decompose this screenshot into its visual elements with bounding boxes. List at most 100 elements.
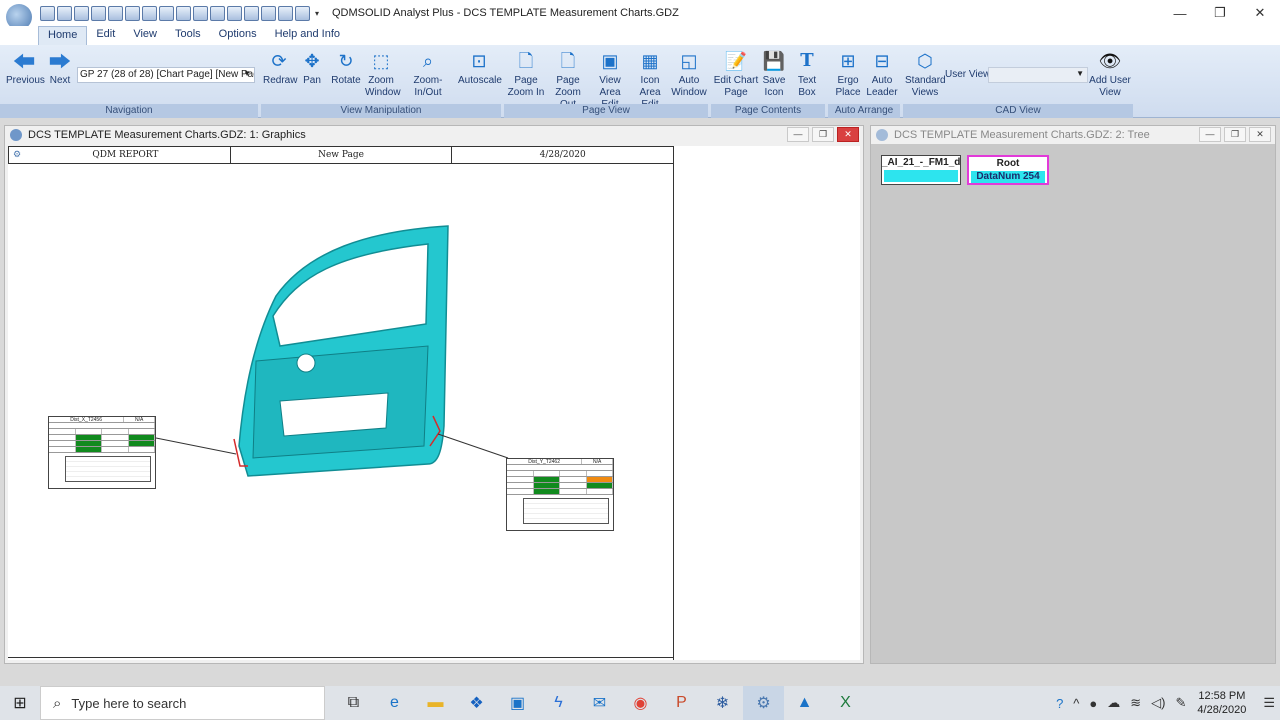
tools-icon[interactable] bbox=[193, 5, 208, 21]
add-user-view-label-2: View bbox=[1099, 87, 1121, 98]
minimize-button[interactable]: — bbox=[1160, 0, 1200, 26]
page-zoom-out-button[interactable]: 🗋 Page Zoom Out bbox=[546, 49, 590, 111]
save-icon-button[interactable]: 💾 Save Icon bbox=[761, 49, 787, 99]
copy-icon[interactable] bbox=[278, 5, 293, 21]
clock[interactable]: 12:58 PM 4/28/2020 bbox=[1197, 689, 1246, 717]
chevron-up-icon[interactable]: ^ bbox=[1073, 696, 1079, 711]
taskbar-search[interactable]: ⌕ Type here to search bbox=[40, 686, 325, 720]
icon-area-edit-button[interactable]: ▦ Icon Area Edit bbox=[630, 49, 670, 111]
text-box-button[interactable]: T Text Box bbox=[793, 49, 821, 99]
back-arrow-icon[interactable] bbox=[142, 5, 157, 21]
save-file-icon[interactable] bbox=[74, 5, 89, 21]
user-view-select[interactable]: ▼ bbox=[988, 67, 1088, 83]
tree-window-title: DCS TEMPLATE Measurement Charts.GDZ: 2: … bbox=[894, 129, 1150, 141]
measurement-chart-left[interactable]: Dist_X_T2456 N/A bbox=[48, 416, 156, 489]
store-icon[interactable]: ▣ bbox=[497, 686, 538, 720]
edit-chart-page-button[interactable]: 📝 Edit Chart Page bbox=[713, 49, 759, 99]
zoom-window-button[interactable]: ⬚ Zoom Window bbox=[365, 49, 401, 99]
graphics-minimize-button[interactable]: — bbox=[787, 127, 809, 142]
security-icon[interactable]: ● bbox=[1089, 696, 1097, 711]
print-icon[interactable] bbox=[91, 5, 106, 21]
ergo-place-button[interactable]: ⊞ Ergo Place bbox=[832, 49, 864, 99]
powerpoint-icon[interactable]: P bbox=[661, 686, 702, 720]
rotate-button[interactable]: ↻ Rotate bbox=[329, 49, 363, 87]
page-zoom-in-button[interactable]: 🗋 Page Zoom In bbox=[506, 49, 546, 99]
snowflake-app-icon[interactable]: ❄ bbox=[702, 686, 743, 720]
page-select-value: GP 27 (28 of 28) [Chart Page] [New Page] bbox=[80, 69, 255, 80]
tree-minimize-button[interactable]: — bbox=[1199, 127, 1221, 142]
cloud-icon[interactable]: ☁ bbox=[1107, 695, 1120, 711]
next-button[interactable]: Next bbox=[44, 49, 76, 87]
tree-maximize-button[interactable]: ❐ bbox=[1224, 127, 1246, 142]
measurement-chart-right[interactable]: Dist_Y_T2462 N/A bbox=[506, 458, 614, 531]
cube-icon: ⬡ bbox=[917, 51, 933, 71]
graphics-canvas[interactable]: ⚙ QDM REPORT New Page 4/28/2020 Dist_X_T2… bbox=[8, 146, 860, 660]
zoom-in-out-label: Zoom-In/Out bbox=[413, 75, 443, 98]
page-select[interactable]: GP 27 (28 of 28) [Chart Page] [New Page]… bbox=[77, 67, 255, 83]
dropbox-icon[interactable]: ❖ bbox=[456, 686, 497, 720]
chevron-down-icon: ▼ bbox=[243, 69, 251, 78]
graphics-window-titlebar[interactable]: DCS TEMPLATE Measurement Charts.GDZ: 1: … bbox=[5, 126, 863, 144]
auto-leader-button[interactable]: ⊟ Auto Leader bbox=[866, 49, 898, 99]
tree-window-controls: — ❐ ✕ bbox=[1199, 127, 1271, 142]
export-icon[interactable] bbox=[108, 5, 123, 21]
volume-icon[interactable]: ◁) bbox=[1151, 695, 1165, 711]
auto-window-button[interactable]: ◱ Auto Window bbox=[670, 49, 708, 99]
page-icon[interactable] bbox=[261, 5, 276, 21]
maximize-button[interactable]: ❐ bbox=[1200, 0, 1240, 26]
pan-button[interactable]: ✥ Pan bbox=[299, 49, 325, 87]
task-view-icon[interactable]: ⧉ bbox=[333, 686, 374, 720]
zoom-in-out-button[interactable]: ⌕ Zoom-In/Out bbox=[400, 49, 456, 99]
power-automate-icon[interactable]: ϟ bbox=[538, 686, 579, 720]
tab-help-and-info[interactable]: Help and Info bbox=[266, 26, 349, 45]
open-file-icon[interactable] bbox=[57, 5, 72, 21]
customize-qat-icon[interactable]: ▾ bbox=[312, 6, 322, 21]
pen-icon[interactable]: ✎ bbox=[1176, 695, 1187, 711]
file-explorer-icon[interactable]: ▬ bbox=[415, 686, 456, 720]
next-label: Next bbox=[49, 75, 71, 86]
chrome-icon[interactable]: ◉ bbox=[620, 686, 661, 720]
filter-icon[interactable] bbox=[227, 5, 242, 21]
tree-node-part[interactable]: _AI_21_-_FM1_d bbox=[881, 155, 961, 185]
tab-tools[interactable]: Tools bbox=[166, 26, 210, 45]
auto-arrange-group-label: Auto Arrange bbox=[828, 104, 900, 118]
wifi-icon[interactable]: ≋ bbox=[1130, 695, 1141, 711]
add-user-view-button[interactable]: 👁 Add User View bbox=[1087, 49, 1133, 99]
graphics-maximize-button[interactable]: ❐ bbox=[812, 127, 834, 142]
chart-right-plot bbox=[523, 498, 609, 524]
graphics-close-button[interactable]: ✕ bbox=[837, 127, 859, 142]
tab-options[interactable]: Options bbox=[210, 26, 266, 45]
ribbon: Previous Next GP 27 (28 of 28) [Chart Pa… bbox=[0, 45, 1280, 118]
close-button[interactable]: ✕ bbox=[1240, 0, 1280, 26]
forward-arrow-icon[interactable] bbox=[159, 5, 174, 21]
autoscale-icon: ⊡ bbox=[471, 51, 487, 71]
probe-icon[interactable] bbox=[176, 5, 191, 21]
help-icon[interactable]: ? bbox=[1056, 696, 1063, 711]
new-file-icon[interactable] bbox=[40, 5, 55, 21]
zoom-icon[interactable] bbox=[244, 5, 259, 21]
tree-close-button[interactable]: ✕ bbox=[1249, 127, 1271, 142]
qdm-app-icon[interactable]: ⚙ bbox=[743, 686, 784, 720]
refresh-icon[interactable] bbox=[210, 5, 225, 21]
page-contents-group-label: Page Contents bbox=[711, 104, 825, 118]
tab-home[interactable]: Home bbox=[38, 26, 88, 45]
view-area-edit-button[interactable]: ▣ View Area Edit bbox=[590, 49, 630, 111]
tab-edit[interactable]: Edit bbox=[87, 26, 124, 45]
auto-leader-icon: ⊟ bbox=[874, 51, 890, 71]
navigation-group-label: Navigation bbox=[0, 104, 258, 118]
image-icon[interactable] bbox=[295, 5, 310, 21]
standard-views-button[interactable]: ⬡ Standard Views bbox=[905, 49, 946, 99]
edge-icon[interactable]: e bbox=[374, 686, 415, 720]
excel-icon[interactable]: X bbox=[825, 686, 866, 720]
previous-button[interactable]: Previous bbox=[6, 49, 45, 87]
car-door-model[interactable] bbox=[8, 146, 674, 656]
autoscale-button[interactable]: ⊡ Autoscale bbox=[458, 49, 502, 87]
photos-icon[interactable]: ▲ bbox=[784, 686, 825, 720]
tree-node-root[interactable]: Root DataNum 254 bbox=[967, 155, 1049, 185]
mail-icon[interactable]: ✉ bbox=[579, 686, 620, 720]
windows-start-icon[interactable]: ⊞ bbox=[0, 686, 40, 720]
settings-icon[interactable] bbox=[125, 5, 140, 21]
tab-view[interactable]: View bbox=[124, 26, 166, 45]
notifications-icon[interactable]: ☰ bbox=[1263, 695, 1275, 711]
redraw-button[interactable]: ⟳ Redraw bbox=[263, 49, 297, 87]
